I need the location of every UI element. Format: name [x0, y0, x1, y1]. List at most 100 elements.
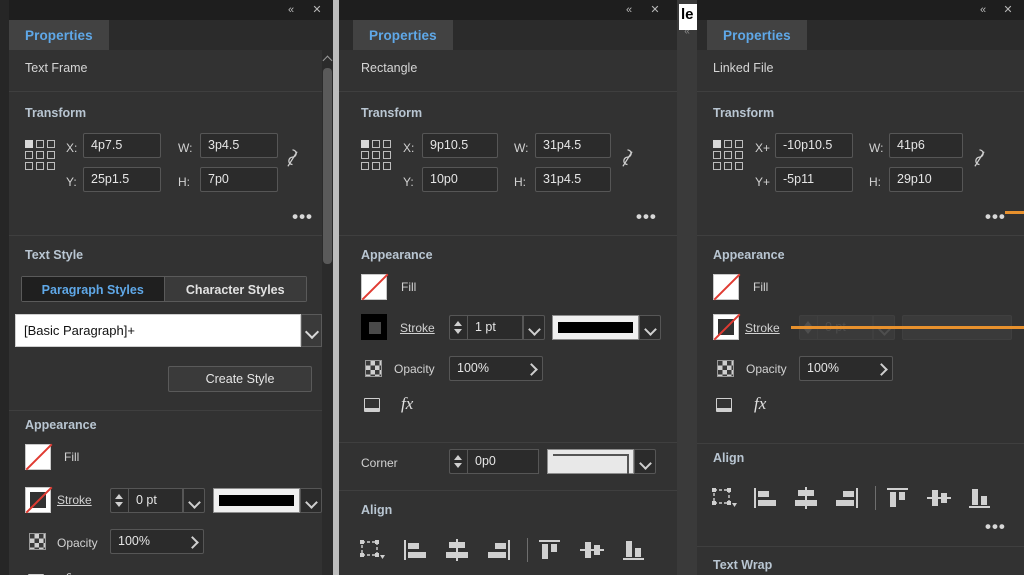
reference-point-icon[interactable] — [361, 140, 393, 170]
align-top-edges-icon[interactable] — [885, 486, 911, 510]
fill-swatch-icon[interactable] — [713, 273, 741, 301]
stroke-weight-field[interactable]: 1 pt — [467, 315, 523, 340]
stroke-style-dropdown-icon[interactable] — [300, 488, 322, 513]
align-to-selection-icon[interactable] — [359, 538, 385, 562]
w-field[interactable]: 41p6 — [889, 133, 963, 158]
fx-icon[interactable]: fx — [754, 394, 766, 414]
tab-character-styles[interactable]: Character Styles — [164, 276, 307, 302]
stroke-weight-stepper[interactable] — [449, 315, 467, 340]
stroke-style-swatch[interactable] — [552, 315, 639, 340]
stroke-swatch-icon[interactable] — [361, 314, 387, 340]
collapsed-dock-strip[interactable]: « — [677, 0, 697, 575]
text-style-tabs: Paragraph Styles Character Styles — [21, 276, 307, 302]
paragraph-style-field[interactable]: [Basic Paragraph]+ — [15, 314, 301, 347]
stroke-swatch-icon[interactable] — [713, 313, 741, 341]
scroll-thumb[interactable] — [323, 68, 332, 264]
scroll-up-icon[interactable] — [323, 54, 332, 63]
x-field[interactable]: 9p10.5 — [422, 133, 498, 158]
panel1-tabstrip: Properties — [9, 20, 333, 50]
align-vertical-centers-icon[interactable] — [926, 486, 952, 510]
collapse-icon[interactable]: « — [975, 2, 991, 18]
align-horizontal-centers-icon[interactable] — [444, 538, 470, 562]
paragraph-style-dropdown-icon[interactable] — [301, 314, 322, 347]
fill-swatch-icon[interactable] — [25, 443, 53, 471]
y-field[interactable]: 10p0 — [422, 167, 498, 192]
stroke-weight-dropdown-icon[interactable] — [183, 488, 205, 513]
close-icon[interactable]: ✕ — [1000, 2, 1016, 18]
align-bottom-edges-icon[interactable] — [967, 486, 993, 510]
tab-properties[interactable]: Properties — [707, 20, 807, 50]
stroke-swatch-icon[interactable] — [25, 486, 53, 514]
align-horizontal-centers-icon[interactable] — [793, 486, 819, 510]
x-field[interactable]: 4p7.5 — [83, 133, 161, 158]
h-label: H: — [869, 175, 881, 189]
corner-field[interactable]: 0p0 — [467, 449, 539, 474]
align-divider — [875, 486, 876, 510]
y-field[interactable]: -5p11 — [775, 167, 853, 192]
align-more-options-icon[interactable]: ••• — [985, 518, 1006, 535]
tab-properties[interactable]: Properties — [9, 20, 109, 50]
corner-shape-dropdown-icon[interactable] — [634, 449, 656, 474]
opacity-flyout-icon[interactable] — [180, 529, 204, 554]
transform-more-options-icon[interactable]: ••• — [985, 208, 1006, 225]
close-icon[interactable]: ✕ — [309, 2, 325, 18]
stroke-label[interactable]: Stroke — [57, 493, 92, 507]
fx-icon[interactable]: fx — [64, 570, 76, 575]
panel1-topbar: « ✕ — [9, 0, 333, 20]
w-field[interactable]: 31p4.5 — [535, 133, 611, 158]
tab-properties[interactable]: Properties — [353, 20, 453, 50]
corner-shape-swatch[interactable] — [547, 449, 634, 474]
corner-label: Corner — [361, 456, 398, 470]
align-left-edges-icon[interactable] — [752, 486, 778, 510]
stroke-style-swatch[interactable] — [213, 488, 300, 513]
constrain-proportions-icon[interactable] — [973, 148, 986, 170]
divider — [339, 91, 677, 92]
collapse-icon[interactable]: « — [283, 2, 299, 18]
constrain-proportions-icon[interactable] — [621, 148, 634, 170]
corner-stepper[interactable] — [449, 449, 467, 474]
reference-point-icon[interactable] — [25, 140, 57, 170]
stroke-style-dropdown-icon[interactable] — [639, 315, 661, 340]
align-top-edges-icon[interactable] — [537, 538, 563, 562]
stroke-label[interactable]: Stroke — [400, 321, 435, 335]
section-title-align: Align — [713, 451, 745, 465]
stroke-weight-field[interactable]: 0 pt — [128, 488, 183, 513]
reference-point-icon[interactable] — [713, 140, 745, 170]
create-style-button[interactable]: Create Style — [168, 366, 312, 392]
transform-more-options-icon[interactable]: ••• — [636, 208, 657, 225]
opacity-field[interactable]: 100% — [110, 529, 180, 554]
stroke-weight-stepper[interactable] — [110, 488, 128, 513]
opacity-flyout-icon[interactable] — [519, 356, 543, 381]
align-left-edges-icon[interactable] — [402, 538, 428, 562]
panel1-scrollbar[interactable] — [322, 50, 333, 575]
x-label: X: — [66, 141, 78, 155]
stroke-weight-dropdown-icon[interactable] — [523, 315, 545, 340]
x-field[interactable]: -10p10.5 — [775, 133, 853, 158]
section-title-text-style: Text Style — [25, 248, 84, 262]
align-vertical-centers-icon[interactable] — [579, 538, 605, 562]
transform-more-options-icon[interactable]: ••• — [292, 208, 313, 225]
constrain-proportions-icon[interactable] — [286, 148, 299, 170]
align-divider — [527, 538, 528, 562]
tab-paragraph-styles[interactable]: Paragraph Styles — [21, 276, 165, 302]
fx-icon[interactable]: fx — [401, 394, 413, 414]
align-right-edges-icon[interactable] — [834, 486, 860, 510]
effects-square-icon[interactable] — [716, 398, 732, 412]
h-field[interactable]: 29p10 — [889, 167, 963, 192]
stroke-label[interactable]: Stroke — [745, 321, 780, 335]
w-field[interactable]: 3p4.5 — [200, 133, 278, 158]
effects-square-icon[interactable] — [364, 398, 380, 412]
y-field[interactable]: 25p1.5 — [83, 167, 161, 192]
collapse-icon[interactable]: « — [621, 2, 637, 18]
opacity-field[interactable]: 100% — [449, 356, 519, 381]
h-field[interactable]: 7p0 — [200, 167, 278, 192]
fill-swatch-icon[interactable] — [361, 273, 389, 301]
opacity-flyout-icon[interactable] — [869, 356, 893, 381]
align-bottom-edges-icon[interactable] — [621, 538, 647, 562]
align-to-selection-icon[interactable] — [711, 486, 737, 510]
opacity-field[interactable]: 100% — [799, 356, 869, 381]
h-field[interactable]: 31p4.5 — [535, 167, 611, 192]
align-right-edges-icon[interactable] — [486, 538, 512, 562]
panel3-topbar: « ✕ — [697, 0, 1024, 20]
close-icon[interactable]: ✕ — [647, 2, 663, 18]
